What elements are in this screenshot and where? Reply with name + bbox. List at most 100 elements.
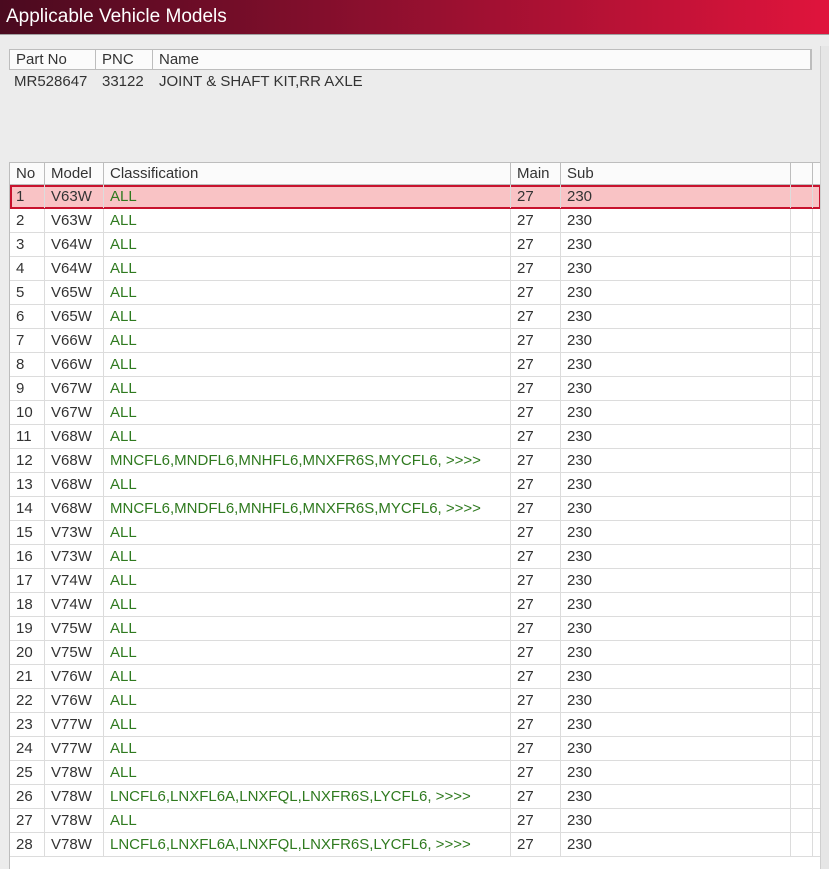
table-row[interactable]: 12 V68W MNCFL6,MNDFL6,MNHFL6,MNXFR6S,MYCFL…	[10, 449, 821, 473]
row-spacer-cell	[791, 257, 813, 280]
table-row[interactable]: 4 V64W ALL 27 230	[10, 257, 821, 281]
row-no-cell: 21	[10, 665, 45, 688]
header-classification[interactable]: Classification	[104, 163, 511, 184]
table-row[interactable]: 28 V78W LNCFL6,LNXFL6A,LNXFQL,LNXFR6S,LYCF…	[10, 833, 821, 857]
row-classification-cell: LNCFL6,LNXFL6A,LNXFQL,LNXFR6S,LYCFL6, >>…	[104, 785, 511, 808]
table-row[interactable]: 1 V63W ALL 27 230	[10, 185, 821, 209]
row-classification-cell: ALL	[104, 737, 511, 760]
row-model-cell: V77W	[45, 737, 104, 760]
row-classification-cell: ALL	[104, 377, 511, 400]
row-spacer-cell	[791, 401, 813, 424]
header-main[interactable]: Main	[511, 163, 561, 184]
row-spacer-cell	[791, 809, 813, 832]
row-spacer-cell	[791, 521, 813, 544]
row-spacer-cell	[791, 353, 813, 376]
table-row[interactable]: 13 V68W ALL 27 230	[10, 473, 821, 497]
row-main-cell: 27	[511, 617, 561, 640]
row-no-cell: 14	[10, 497, 45, 520]
table-row[interactable]: 15 V73W ALL 27 230	[10, 521, 821, 545]
table-row[interactable]: 27 V78W ALL 27 230	[10, 809, 821, 833]
row-no-cell: 17	[10, 569, 45, 592]
row-sub-cell: 230	[561, 641, 791, 664]
row-classification-cell: ALL	[104, 257, 511, 280]
table-row[interactable]: 18 V74W ALL 27 230	[10, 593, 821, 617]
header-no[interactable]: No	[10, 163, 45, 184]
part-no-value: MR528647	[14, 73, 88, 90]
table-row[interactable]: 8 V66W ALL 27 230	[10, 353, 821, 377]
row-spacer-cell	[791, 665, 813, 688]
part-row[interactable]: MR528647 33122 JOINT & SHAFT KIT,RR AXLE	[9, 70, 812, 94]
row-no-cell: 19	[10, 617, 45, 640]
table-row[interactable]: 25 V78W ALL 27 230	[10, 761, 821, 785]
header-spacer	[791, 163, 813, 184]
header-part-no[interactable]: Part No	[10, 50, 96, 69]
table-row[interactable]: 2 V63W ALL 27 230	[10, 209, 821, 233]
row-main-cell: 27	[511, 809, 561, 832]
header-sub[interactable]: Sub	[561, 163, 791, 184]
row-sub-cell: 230	[561, 521, 791, 544]
row-no-cell: 7	[10, 329, 45, 352]
table-row[interactable]: 14 V68W MNCFL6,MNDFL6,MNHFL6,MNXFR6S,MYCFL…	[10, 497, 821, 521]
row-main-cell: 27	[511, 665, 561, 688]
table-row[interactable]: 20 V75W ALL 27 230	[10, 641, 821, 665]
row-model-cell: V66W	[45, 329, 104, 352]
row-no-cell: 3	[10, 233, 45, 256]
row-sub-cell: 230	[561, 497, 791, 520]
row-sub-cell: 230	[561, 257, 791, 280]
table-row[interactable]: 6 V65W ALL 27 230	[10, 305, 821, 329]
header-pnc[interactable]: PNC	[96, 50, 153, 69]
row-spacer-cell	[791, 833, 813, 856]
table-row[interactable]: 22 V76W ALL 27 230	[10, 689, 821, 713]
table-row[interactable]: 17 V74W ALL 27 230	[10, 569, 821, 593]
row-no-cell: 12	[10, 449, 45, 472]
row-spacer-cell	[791, 737, 813, 760]
row-no-cell: 2	[10, 209, 45, 232]
row-spacer-cell	[791, 281, 813, 304]
table-row[interactable]: 3 V64W ALL 27 230	[10, 233, 821, 257]
row-main-cell: 27	[511, 641, 561, 664]
row-main-cell: 27	[511, 449, 561, 472]
row-sub-cell: 230	[561, 353, 791, 376]
row-spacer-cell	[791, 497, 813, 520]
table-row[interactable]: 24 V77W ALL 27 230	[10, 737, 821, 761]
table-row[interactable]: 19 V75W ALL 27 230	[10, 617, 821, 641]
row-classification-cell: ALL	[104, 353, 511, 376]
table-row[interactable]: 9 V67W ALL 27 230	[10, 377, 821, 401]
row-model-cell: V74W	[45, 593, 104, 616]
row-no-cell: 11	[10, 425, 45, 448]
row-spacer-cell	[791, 569, 813, 592]
row-spacer-cell	[791, 593, 813, 616]
row-classification-cell: ALL	[104, 545, 511, 568]
row-model-cell: V68W	[45, 497, 104, 520]
row-model-cell: V78W	[45, 809, 104, 832]
row-main-cell: 27	[511, 473, 561, 496]
row-sub-cell: 230	[561, 425, 791, 448]
row-spacer-cell	[791, 713, 813, 736]
row-model-cell: V78W	[45, 833, 104, 856]
row-model-cell: V68W	[45, 425, 104, 448]
row-model-cell: V64W	[45, 233, 104, 256]
table-row[interactable]: 21 V76W ALL 27 230	[10, 665, 821, 689]
table-row[interactable]: 16 V73W ALL 27 230	[10, 545, 821, 569]
table-row[interactable]: 11 V68W ALL 27 230	[10, 425, 821, 449]
row-spacer-cell	[791, 545, 813, 568]
grid-header: No Model Classification Main Sub	[10, 162, 821, 185]
vertical-scrollbar[interactable]	[820, 46, 829, 869]
table-row[interactable]: 7 V66W ALL 27 230	[10, 329, 821, 353]
row-sub-cell: 230	[561, 785, 791, 808]
row-sub-cell: 230	[561, 305, 791, 328]
row-main-cell: 27	[511, 545, 561, 568]
header-model[interactable]: Model	[45, 163, 104, 184]
row-main-cell: 27	[511, 737, 561, 760]
row-classification-cell: ALL	[104, 761, 511, 784]
table-row[interactable]: 26 V78W LNCFL6,LNXFL6A,LNXFQL,LNXFR6S,LYCF…	[10, 785, 821, 809]
row-classification-cell: ALL	[104, 569, 511, 592]
table-row[interactable]: 5 V65W ALL 27 230	[10, 281, 821, 305]
row-model-cell: V68W	[45, 449, 104, 472]
table-row[interactable]: 10 V67W ALL 27 230	[10, 401, 821, 425]
row-classification-cell: ALL	[104, 809, 511, 832]
row-sub-cell: 230	[561, 593, 791, 616]
header-name[interactable]: Name	[153, 50, 811, 69]
row-no-cell: 1	[10, 185, 45, 208]
table-row[interactable]: 23 V77W ALL 27 230	[10, 713, 821, 737]
